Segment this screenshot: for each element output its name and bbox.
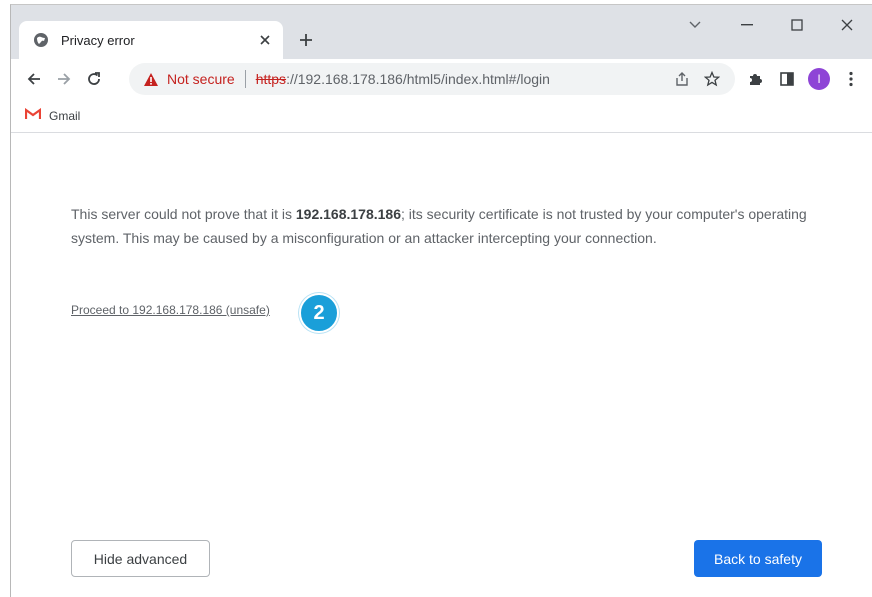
bookmark-gmail[interactable]: Gmail <box>24 107 81 123</box>
tab-close-icon[interactable] <box>253 28 277 52</box>
interstitial-page: This server could not prove that it is 1… <box>11 134 872 597</box>
omnibox-actions <box>667 63 727 95</box>
globe-warning-icon <box>33 32 49 48</box>
star-icon[interactable] <box>697 64 727 94</box>
maximize-icon[interactable] <box>772 5 822 45</box>
hide-advanced-button[interactable]: Hide advanced <box>71 540 210 577</box>
tab-title: Privacy error <box>61 32 135 48</box>
tab-search-chevron-icon[interactable] <box>672 5 718 45</box>
tab-privacy-error[interactable]: Privacy error <box>19 21 283 59</box>
explain-pre: This server could not prove that it is <box>71 206 296 222</box>
profile-avatar[interactable]: I <box>803 64 835 94</box>
step-number-badge: 2 <box>299 293 339 333</box>
certificate-explanation: This server could not prove that it is 1… <box>71 202 811 250</box>
browser-window: Privacy error Not secure https://192.168… <box>10 4 872 597</box>
extensions-icon[interactable] <box>739 64 771 94</box>
menu-kebab-icon[interactable] <box>835 64 867 94</box>
proceed-unsafe-link[interactable]: Proceed to 192.168.178.186 (unsafe) <box>71 303 270 317</box>
warning-triangle-icon[interactable] <box>143 72 159 87</box>
explain-host: 192.168.178.186 <box>295 206 401 222</box>
forward-icon[interactable] <box>49 64 79 94</box>
minimize-icon[interactable] <box>722 5 772 45</box>
tab-strip: Privacy error <box>11 5 872 59</box>
toolbar: Not secure https://192.168.178.186/html5… <box>11 59 872 99</box>
url-scheme: https <box>255 71 287 87</box>
new-tab-plus-icon[interactable] <box>293 27 319 53</box>
not-secure-label[interactable]: Not secure <box>167 71 235 87</box>
share-icon[interactable] <box>667 64 697 94</box>
window-controls <box>672 5 872 45</box>
gmail-icon <box>24 107 42 123</box>
omnibox-divider <box>244 70 246 88</box>
url-text[interactable]: https://192.168.178.186/html5/index.html… <box>256 71 550 87</box>
address-bar[interactable]: Not secure https://192.168.178.186/html5… <box>129 63 735 95</box>
bookmark-label: Gmail <box>49 108 81 123</box>
side-panel-icon[interactable] <box>771 64 803 94</box>
reload-icon[interactable] <box>79 64 109 94</box>
back-icon[interactable] <box>19 64 49 94</box>
profile-initial: I <box>808 68 830 90</box>
toolbar-actions: I <box>739 64 867 94</box>
back-to-safety-button[interactable]: Back to safety <box>694 540 822 577</box>
bookmarks-bar: Gmail <box>11 99 872 133</box>
url-rest: ://192.168.178.186/html5/index.html#/log… <box>286 71 550 87</box>
close-window-icon[interactable] <box>822 5 872 45</box>
